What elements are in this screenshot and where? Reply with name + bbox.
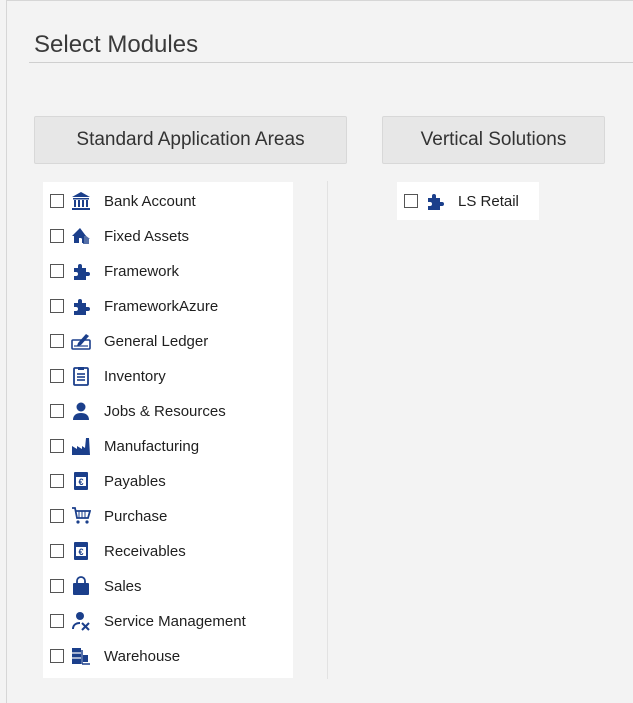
standard-module-list: Bank Account Fixed Assets Framework Framewo… <box>43 182 293 678</box>
module-label: Purchase <box>104 507 168 525</box>
module-item-receivables[interactable]: € Receivables <box>50 538 186 564</box>
module-checkbox[interactable] <box>50 544 64 558</box>
module-item-payables[interactable]: € Payables <box>50 468 166 494</box>
module-item-bank-account[interactable]: Bank Account <box>50 188 196 214</box>
puzzle-icon <box>423 190 447 212</box>
module-item-manufacturing[interactable]: Manufacturing <box>50 433 199 459</box>
clipboard-icon <box>69 365 93 387</box>
module-item-ls-retail[interactable]: LS Retail <box>404 188 519 214</box>
module-item-sales[interactable]: Sales <box>50 573 142 599</box>
module-item-warehouse[interactable]: Warehouse <box>50 643 180 669</box>
warehouse-icon <box>69 645 93 667</box>
module-checkbox[interactable] <box>50 334 64 348</box>
euro-document-icon: € <box>69 470 93 492</box>
module-item-service-management[interactable]: Service Management <box>50 608 246 634</box>
puzzle-icon <box>69 260 93 282</box>
module-checkbox[interactable] <box>50 579 64 593</box>
service-person-icon <box>69 610 93 632</box>
svg-text:€: € <box>78 547 83 557</box>
bank-icon <box>69 190 93 212</box>
shopping-cart-icon <box>69 505 93 527</box>
title-divider <box>29 62 633 63</box>
module-checkbox[interactable] <box>50 439 64 453</box>
standard-areas-header: Standard Application Areas <box>34 116 347 164</box>
vertical-solutions-header: Vertical Solutions <box>382 116 605 164</box>
module-label: Payables <box>104 472 166 490</box>
euro-document-icon: € <box>69 540 93 562</box>
module-label: Service Management <box>104 612 246 630</box>
puzzle-icon <box>69 295 93 317</box>
module-label: Sales <box>104 577 142 595</box>
svg-text:€: € <box>78 477 83 487</box>
module-label: Receivables <box>104 542 186 560</box>
module-checkbox[interactable] <box>50 614 64 628</box>
module-label: Manufacturing <box>104 437 200 455</box>
vertical-module-list: LS Retail <box>397 182 539 220</box>
module-label: General Ledger <box>104 332 209 350</box>
column-divider <box>327 181 328 679</box>
module-item-frameworkazure[interactable]: FrameworkAzure <box>50 293 218 319</box>
module-label: Framework <box>104 262 180 280</box>
module-checkbox[interactable] <box>50 404 64 418</box>
module-label: Fixed Assets <box>104 227 190 245</box>
module-checkbox[interactable] <box>50 299 64 313</box>
page-title: Select Modules <box>34 31 199 58</box>
module-label: Jobs & Resources <box>104 402 226 420</box>
factory-icon <box>69 435 93 457</box>
module-checkbox[interactable] <box>50 649 64 663</box>
module-item-framework[interactable]: Framework <box>50 258 179 284</box>
module-checkbox[interactable] <box>50 264 64 278</box>
module-label: LS Retail <box>458 192 519 210</box>
module-item-purchase[interactable]: Purchase <box>50 503 167 529</box>
module-item-inventory[interactable]: Inventory <box>50 363 166 389</box>
module-checkbox[interactable] <box>50 194 64 208</box>
person-icon <box>69 400 93 422</box>
module-label: Inventory <box>104 367 166 385</box>
module-item-general-ledger[interactable]: General Ledger <box>50 328 208 354</box>
module-checkbox[interactable] <box>50 369 64 383</box>
module-label: Warehouse <box>104 647 181 665</box>
module-label: FrameworkAzure <box>104 297 219 315</box>
module-checkbox[interactable] <box>50 509 64 523</box>
module-item-fixed-assets[interactable]: Fixed Assets <box>50 223 189 249</box>
module-item-jobs-resources[interactable]: Jobs & Resources <box>50 398 226 424</box>
module-label: Bank Account <box>104 192 196 210</box>
house-icon <box>69 225 93 247</box>
shopping-bag-icon <box>69 575 93 597</box>
module-checkbox[interactable] <box>404 194 418 208</box>
module-checkbox[interactable] <box>50 229 64 243</box>
module-checkbox[interactable] <box>50 474 64 488</box>
ledger-pen-icon <box>69 330 93 352</box>
select-modules-panel: Select Modules Standard Application Area… <box>6 0 633 703</box>
